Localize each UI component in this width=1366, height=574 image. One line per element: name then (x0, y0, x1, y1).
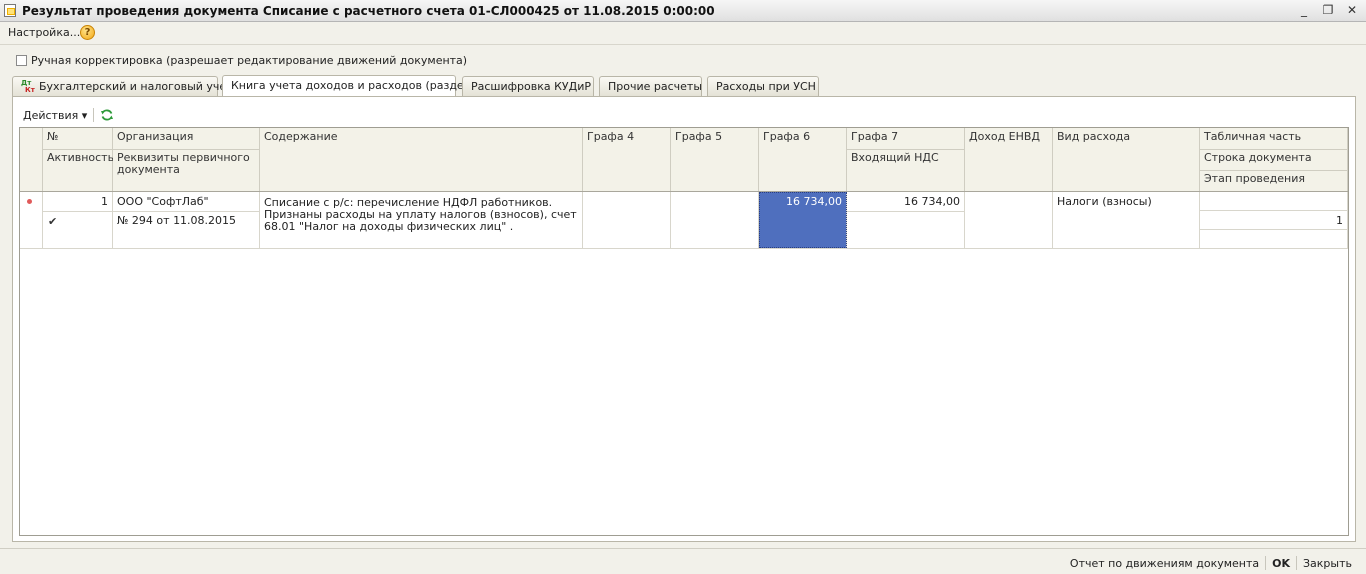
header-g7-col: Графа 7 Входящий НДС (847, 128, 965, 191)
tab-kudir-details[interactable]: Расшифровка КУДиР (462, 76, 594, 96)
menu-bar: Настройка... ? (0, 22, 1366, 44)
menu-divider (0, 44, 1366, 45)
cell-num-active[interactable]: 1 ✔ (43, 192, 113, 248)
header-doc-line[interactable]: Строка документа (1200, 149, 1347, 164)
cell-content: Списание с р/с: перечисление НДФЛ работн… (264, 196, 577, 233)
cell-g5[interactable] (671, 192, 759, 248)
header-g6-col: Графа 6 (759, 128, 847, 191)
cell-g6: 16 734,00 (786, 195, 842, 208)
cell-organization: ООО "СофтЛаб" (117, 195, 209, 208)
row-divider (20, 248, 1348, 249)
cell-primary-doc: № 294 от 11.08.2015 (117, 214, 237, 227)
cell-g7-vat[interactable]: 16 734,00 (847, 192, 965, 248)
header-num-active: № Активность (43, 128, 114, 191)
table-toolbar: Действия ▾ (23, 108, 114, 122)
ok-button[interactable]: OK (1266, 557, 1296, 570)
close-button[interactable]: Закрыть (1297, 557, 1358, 570)
tab-label: Книга учета доходов и расходов (раздел I… (231, 79, 482, 92)
active-check-icon[interactable]: ✔ (48, 215, 57, 228)
tab-label: Расходы при УСН (716, 80, 816, 93)
settings-menu[interactable]: Настройка... (8, 26, 80, 39)
help-icon[interactable]: ? (80, 25, 95, 40)
header-envd[interactable]: Доход ЕНВД (965, 128, 1052, 143)
header-active[interactable]: Активность (43, 149, 114, 164)
tab-other-settlements[interactable]: Прочие расчеты (599, 76, 702, 96)
manual-edit-checkbox[interactable] (16, 55, 27, 66)
footer-bar: Отчет по движениям документа OK Закрыть (1064, 556, 1358, 570)
header-envd-col: Доход ЕНВД (965, 128, 1053, 191)
tab-label: Расшифровка КУДиР (471, 80, 592, 93)
window-controls: _ ❐ ✕ (1296, 2, 1360, 18)
header-expense-col: Вид расхода (1053, 128, 1200, 191)
header-content-col: Содержание (260, 128, 583, 191)
header-org-primary: Организация Реквизиты первичного докумен… (113, 128, 260, 191)
cell-g6-selected[interactable]: 16 734,00 (759, 192, 847, 248)
movements-table: № Активность Организация Реквизиты перви… (19, 127, 1349, 536)
cell-content-col[interactable]: Списание с р/с: перечисление НДФЛ работн… (260, 192, 583, 248)
manual-edit-option[interactable]: Ручная корректировка (разрешает редактир… (16, 54, 467, 67)
header-num[interactable]: № (43, 128, 112, 143)
header-g7[interactable]: Графа 7 (847, 128, 964, 143)
cell-g7: 16 734,00 (904, 195, 960, 208)
window-title: Результат проведения документа Списание … (22, 4, 715, 18)
restore-button[interactable]: ❐ (1320, 2, 1336, 18)
footer-divider (0, 548, 1366, 549)
row-marker-icon (27, 199, 32, 204)
actions-menu[interactable]: Действия ▾ (23, 109, 87, 122)
row-indicator[interactable] (20, 192, 43, 248)
title-bar: Результат проведения документа Списание … (0, 0, 1366, 22)
cell-expense-col[interactable]: Налоги (взносы) (1053, 192, 1200, 248)
debit-credit-icon: Дт Кт (21, 79, 35, 94)
header-indicator (20, 128, 43, 191)
cell-num: 1 (101, 195, 108, 208)
tab-income-expense-book[interactable]: Книга учета доходов и расходов (раздел I… (222, 75, 482, 97)
manual-edit-label: Ручная корректировка (разрешает редактир… (31, 54, 468, 67)
header-g4[interactable]: Графа 4 (583, 128, 670, 143)
toolbar-divider (93, 108, 95, 122)
header-g5[interactable]: Графа 5 (671, 128, 758, 143)
header-content[interactable]: Содержание (260, 128, 582, 143)
minimize-button[interactable]: _ (1296, 2, 1312, 18)
header-stage[interactable]: Этап проведения (1200, 170, 1347, 185)
cell-envd[interactable] (965, 192, 1053, 248)
tab-label: Бухгалтерский и налоговый учет (39, 80, 233, 93)
header-g4-col: Графа 4 (583, 128, 671, 191)
cell-tabular[interactable]: 1 (1200, 192, 1348, 248)
movements-report-button[interactable]: Отчет по движениям документа (1064, 557, 1265, 570)
cell-org-primary[interactable]: ООО "СофтЛаб" № 294 от 11.08.2015 (113, 192, 260, 248)
header-g6[interactable]: Графа 6 (759, 128, 846, 143)
cell-doc-line: 1 (1336, 214, 1343, 227)
header-primary-doc[interactable]: Реквизиты первичного документа (113, 149, 259, 176)
header-expense-type[interactable]: Вид расхода (1053, 128, 1199, 143)
header-tabular-part[interactable]: Табличная часть (1200, 128, 1347, 143)
tab-label: Прочие расчеты (608, 80, 703, 93)
header-tabular-col: Табличная часть Строка документа Этап пр… (1200, 128, 1348, 191)
tab-accounting[interactable]: Дт Кт Бухгалтерский и налоговый учет (12, 76, 233, 96)
tab-panel: Действия ▾ № Активность Организация Рекв… (12, 96, 1356, 542)
cell-expense-type: Налоги (взносы) (1057, 195, 1152, 208)
close-window-button[interactable]: ✕ (1344, 2, 1360, 18)
header-g5-col: Графа 5 (671, 128, 759, 191)
header-input-vat[interactable]: Входящий НДС (847, 149, 964, 164)
refresh-icon[interactable] (100, 108, 114, 122)
header-organization[interactable]: Организация (113, 128, 259, 143)
tab-usn-expenses[interactable]: Расходы при УСН (707, 76, 819, 96)
document-icon (4, 4, 16, 17)
cell-g4[interactable] (583, 192, 671, 248)
